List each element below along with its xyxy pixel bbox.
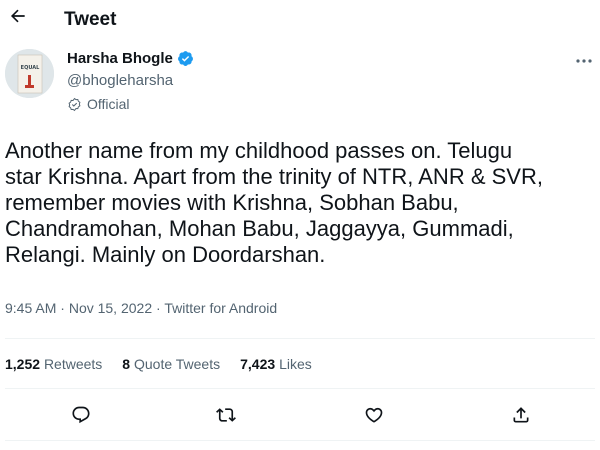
tweet-meta: 9:45 AM · Nov 15, 2022 · Twitter for And… (5, 300, 277, 316)
retweets-count: 1,252 (5, 356, 41, 372)
tweet-date[interactable]: Nov 15, 2022 (69, 300, 152, 316)
reply-button[interactable] (68, 404, 94, 430)
verified-badge-icon (177, 50, 194, 67)
tweet-source[interactable]: Twitter for Android (164, 300, 277, 316)
retweets-stat[interactable]: 1,252 Retweets (5, 356, 102, 372)
tweet-text: Another name from my childhood passes on… (5, 138, 543, 267)
retweets-label: Retweets (43, 356, 103, 372)
svg-text:EQUAL: EQUAL (21, 65, 40, 71)
official-check-icon (67, 97, 82, 112)
meta-separator: · (60, 300, 65, 316)
tweet-actions (0, 400, 600, 434)
reply-icon (71, 405, 91, 430)
like-button[interactable] (361, 404, 387, 430)
more-horizontal-icon (575, 51, 593, 69)
divider (5, 388, 595, 389)
share-button[interactable] (508, 404, 534, 430)
likes-count: 7,423 (240, 356, 276, 372)
tweet-header: Tweet (0, 0, 600, 40)
quote-tweets-stat[interactable]: 8 Quote Tweets (122, 356, 220, 372)
author-handle[interactable]: @bhogleharsha (67, 72, 173, 89)
likes-label: Likes (279, 356, 312, 372)
tweet-time[interactable]: 9:45 AM (5, 300, 56, 316)
author-name-row: Harsha Bhogle (67, 50, 194, 67)
official-text: Official (87, 96, 130, 112)
back-button[interactable] (4, 4, 32, 32)
arrow-left-icon (8, 6, 28, 31)
quote-tweets-label: Quote Tweets (133, 356, 221, 372)
divider (5, 338, 595, 339)
like-icon (364, 405, 384, 430)
retweet-button[interactable] (213, 404, 239, 430)
tweet-stats: 1,252 Retweets 8 Quote Tweets 7,423 Like… (5, 356, 332, 372)
share-icon (511, 405, 531, 430)
retweet-icon (216, 405, 236, 430)
meta-separator: · (156, 300, 161, 316)
author-display-name[interactable]: Harsha Bhogle (67, 50, 173, 67)
quote-tweets-count: 8 (122, 356, 131, 372)
likes-stat[interactable]: 7,423 Likes (240, 356, 312, 372)
official-label: Official (67, 96, 130, 112)
more-options-button[interactable] (572, 52, 596, 68)
avatar[interactable]: EQUAL (5, 49, 54, 98)
page-title: Tweet (64, 9, 117, 30)
divider (5, 440, 595, 441)
